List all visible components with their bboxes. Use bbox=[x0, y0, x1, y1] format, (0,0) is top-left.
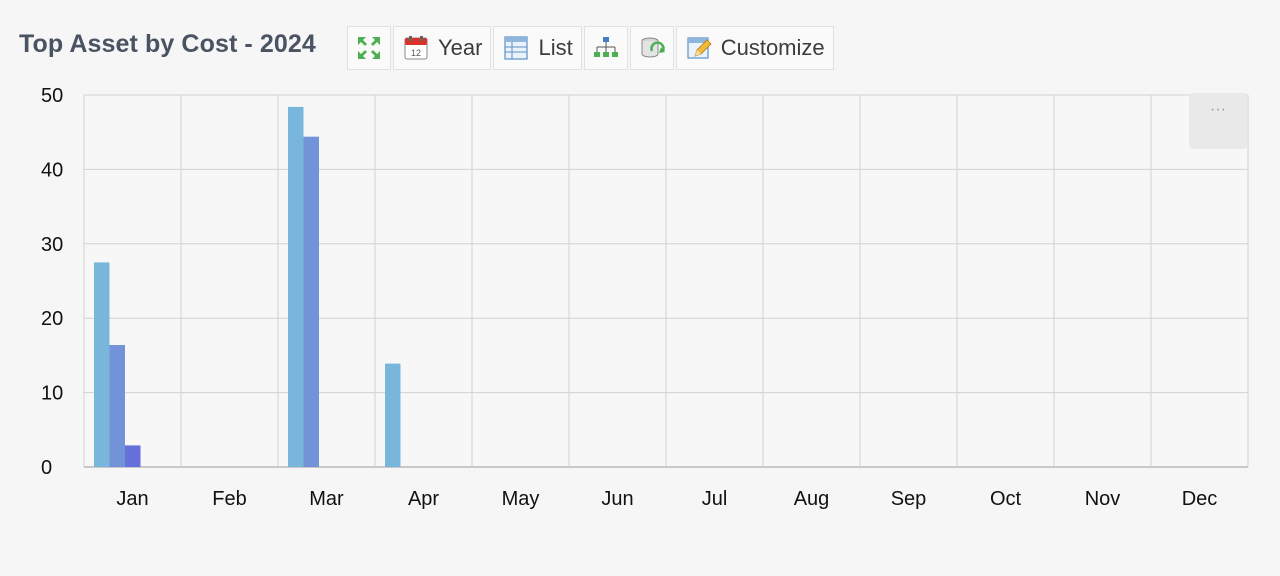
bar-mar-series-1[interactable] bbox=[288, 106, 304, 468]
y-axis-ticks: 0 10 20 30 40 50 bbox=[41, 85, 63, 479]
x-tick-label: Dec bbox=[1182, 488, 1218, 510]
x-tick-label: Feb bbox=[212, 488, 246, 510]
y-tick-label: 10 bbox=[41, 383, 63, 405]
x-tick-label: Nov bbox=[1085, 488, 1121, 510]
bar-apr-series-1[interactable] bbox=[385, 363, 401, 467]
chart-menu-button[interactable]: ··· bbox=[1189, 93, 1247, 149]
x-tick-label: Apr bbox=[408, 488, 439, 510]
x-tick-label: Aug bbox=[794, 488, 830, 510]
x-tick-label: Jun bbox=[601, 488, 633, 510]
x-axis-ticks: Jan Feb Mar Apr May Jun Jul Aug Sep Oct Nov Dec bbox=[116, 488, 1217, 510]
x-tick-label: Oct bbox=[990, 488, 1022, 510]
x-tick-label: Jan bbox=[116, 488, 148, 510]
chart-gridlines bbox=[83, 94, 1249, 468]
y-tick-label: 0 bbox=[41, 457, 52, 479]
y-tick-label: 50 bbox=[41, 85, 63, 107]
y-tick-label: 40 bbox=[41, 159, 63, 181]
bar-jan-series-1[interactable] bbox=[94, 262, 110, 467]
bar-chart: 0 10 20 30 40 50 Jan Feb Mar Apr May Jun Jul Aug Sep O… bbox=[41, 85, 1249, 510]
y-tick-label: 30 bbox=[41, 234, 63, 256]
x-tick-label: Jul bbox=[702, 488, 728, 510]
x-tick-label: Sep bbox=[891, 488, 927, 510]
bar-mar-series-2[interactable] bbox=[303, 136, 320, 467]
bar-jan-series-3[interactable] bbox=[125, 445, 141, 467]
x-tick-label: May bbox=[502, 488, 540, 510]
x-tick-label: Mar bbox=[309, 488, 344, 510]
y-tick-label: 20 bbox=[41, 308, 63, 330]
bar-jan-series-2[interactable] bbox=[109, 344, 126, 467]
